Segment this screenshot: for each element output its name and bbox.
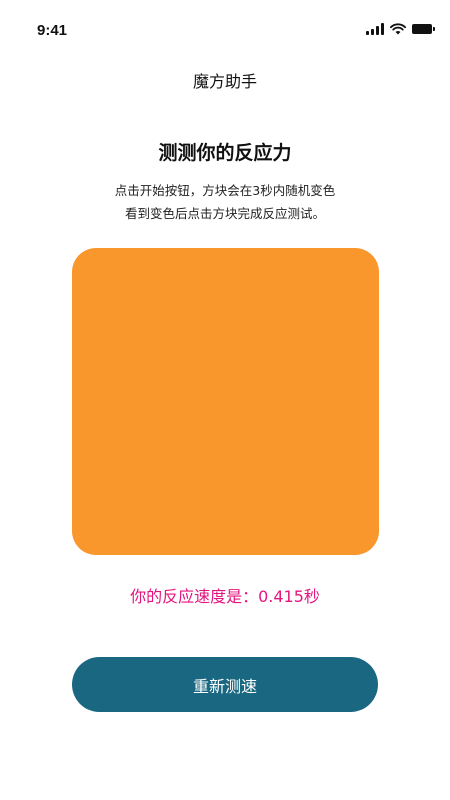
reaction-test-block[interactable]	[72, 248, 379, 555]
status-bar: 9:41	[0, 0, 450, 64]
instructions-line-2: 看到变色后点击方块完成反应测试。	[124, 206, 325, 221]
app-title: 魔方助手	[192, 72, 257, 91]
status-time: 9:41	[37, 22, 68, 39]
wifi-icon	[390, 23, 406, 35]
status-icons	[366, 22, 435, 36]
reaction-test-screen: 9:41 魔方助手 测测你的反应力 点击开始按钮，方块会在3秒内随机变色 看到变…	[0, 0, 450, 800]
page-heading: 测测你的反应力	[158, 142, 292, 164]
signal-icon	[366, 23, 384, 35]
battery-icon	[412, 24, 435, 34]
reaction-result-text: 你的反应速度是：0.415秒	[130, 587, 320, 606]
instructions-line-1: 点击开始按钮，方块会在3秒内随机变色	[114, 183, 336, 198]
restart-test-button[interactable]: 重新测速	[72, 657, 378, 712]
